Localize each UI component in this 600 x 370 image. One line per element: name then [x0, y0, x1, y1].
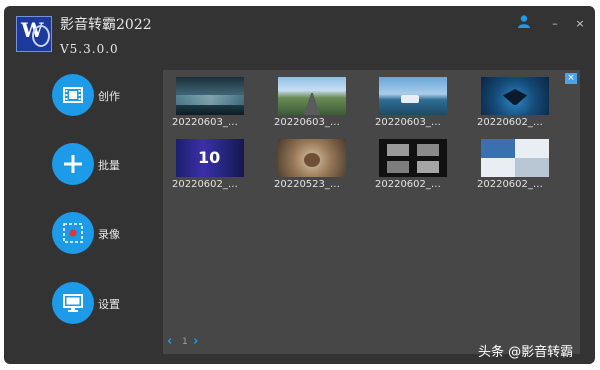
- tile-shape: [387, 161, 409, 173]
- gallery-thumb[interactable]: 20220603_…: [372, 77, 456, 128]
- tile-shape: [387, 144, 409, 156]
- thumbnail-image: [278, 77, 346, 115]
- sidebar-item-label: 创作: [98, 90, 120, 103]
- gallery-thumb[interactable]: 20220603_…: [169, 77, 253, 128]
- panel-shape: [515, 158, 549, 177]
- monitor-icon: [63, 294, 83, 312]
- gallery-thumb[interactable]: 20220602_…: [474, 139, 558, 190]
- page-number: 1: [182, 337, 188, 347]
- road-shape: [304, 93, 320, 115]
- thumb-label: 20220602_…: [477, 117, 543, 128]
- watermark: 头条 @影音转霸: [478, 345, 574, 360]
- tile-shape: [417, 161, 439, 173]
- boat-shape: [401, 95, 419, 103]
- thumbnail-image: [176, 77, 244, 115]
- thumb-label: 20220602_…: [172, 179, 238, 190]
- sidebar-item-record[interactable]: 录像: [52, 212, 152, 258]
- app-title: 影音转霸2022: [60, 17, 152, 33]
- countdown-text: 10: [198, 148, 221, 167]
- sidebar-record-circle: [52, 212, 94, 254]
- sidebar-item-create[interactable]: 创作: [52, 74, 152, 120]
- thumbnail-image: [379, 139, 447, 177]
- close-button[interactable]: ×: [570, 14, 590, 34]
- sidebar-create-circle: [52, 74, 94, 116]
- media-gallery: × 20220603_… 20220603_… 20220603_… 20220: [163, 70, 580, 354]
- app-version: V5.3.0.0: [60, 42, 119, 56]
- wave-shape: [176, 95, 244, 105]
- app-window: W 影音转霸2022 V5.3.0.0 – × 创作 批量 录像 设置 × 20…: [4, 6, 595, 364]
- sidebar-settings-circle: [52, 282, 94, 324]
- gallery-thumb[interactable]: 20220602_…: [474, 77, 558, 128]
- gallery-close-button[interactable]: ×: [565, 73, 577, 84]
- gallery-thumb[interactable]: 20220603_…: [271, 77, 355, 128]
- next-page-button[interactable]: ›: [193, 334, 198, 349]
- thumbnail-image: [481, 77, 549, 115]
- user-icon: [518, 15, 530, 28]
- record-screen-icon: [63, 223, 83, 243]
- thumb-label: 20220602_…: [375, 179, 441, 190]
- sidebar-item-batch[interactable]: 批量: [52, 143, 152, 189]
- thumb-label: 20220523_…: [274, 179, 340, 190]
- panel-shape: [481, 139, 515, 158]
- cup-shape: [304, 153, 320, 167]
- thumbnail-image: [379, 77, 447, 115]
- sidebar-item-label: 设置: [98, 298, 120, 311]
- sidebar-item-label: 录像: [98, 228, 120, 241]
- sidebar-batch-circle: [52, 143, 94, 185]
- manta-shape: [503, 89, 527, 105]
- gallery-thumb[interactable]: 20220523_…: [271, 139, 355, 190]
- app-logo: W: [16, 16, 52, 52]
- sidebar-item-settings[interactable]: 设置: [52, 282, 152, 328]
- minimize-button[interactable]: –: [545, 14, 565, 34]
- thumb-label: 20220602_…: [477, 179, 543, 190]
- film-strip-icon: [63, 87, 83, 103]
- gallery-thumb[interactable]: 10 20220602_…: [169, 139, 253, 190]
- prev-page-button[interactable]: ‹: [167, 334, 172, 349]
- gallery-thumb[interactable]: 20220602_…: [372, 139, 456, 190]
- user-button[interactable]: [514, 14, 534, 34]
- thumbnail-image: 10: [176, 139, 244, 177]
- film-reel-icon: [32, 25, 50, 47]
- sidebar-item-label: 批量: [98, 159, 120, 172]
- thumbnail-image: [278, 139, 346, 177]
- tile-shape: [417, 144, 439, 156]
- plus-icon: [64, 155, 82, 173]
- thumbnail-image: [481, 139, 549, 177]
- thumb-label: 20220603_…: [274, 117, 340, 128]
- thumb-label: 20220603_…: [375, 117, 441, 128]
- thumb-label: 20220603_…: [172, 117, 238, 128]
